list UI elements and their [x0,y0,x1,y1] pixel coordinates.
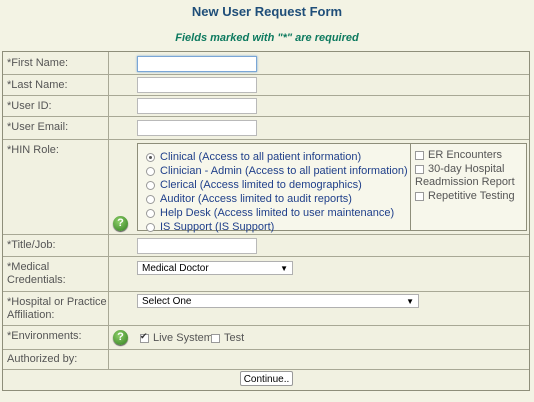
user-email-input[interactable] [137,120,257,136]
hospital-affiliation-label: *Hospital or Practice Affiliation: [7,296,107,321]
test-option[interactable]: Test [211,332,244,344]
title-job-label: *Title/Job: [7,239,56,251]
column-divider [108,116,109,139]
user-id-input[interactable] [137,98,257,114]
form-footer: Continue.. [3,368,529,390]
column-divider [108,95,109,116]
role-box-divider [410,144,411,230]
user-request-form: *First Name: *Last Name: *User ID: *User… [2,51,530,391]
checkbox[interactable] [415,164,424,174]
column-divider [108,234,109,256]
first-name-label: *First Name: [7,57,69,69]
environments-row: *Environments: ? Live System Test [3,325,529,350]
title-job-row: *Title/Job: [3,234,529,257]
user-email-row: *User Email: [3,116,529,140]
dropdown-arrow-icon: ▼ [280,264,288,273]
role-option-label: Auditor (Access limited to audit reports… [160,193,352,205]
column-divider [108,256,109,291]
role-option-help-desk[interactable]: Help Desk (Access limited to user mainte… [146,206,394,220]
hospital-affiliation-row: *Hospital or Practice Affiliation: Selec… [3,291,529,326]
checkbox-label: 30-day Hospital Readmission Report [415,163,515,188]
radio-button[interactable] [146,208,155,218]
help-icon[interactable]: ? [113,216,128,231]
role-option-clinical[interactable]: Clinical (Access to all patient informat… [146,150,361,164]
checkbox-label: ER Encounters [428,149,502,161]
role-option-auditor[interactable]: Auditor (Access limited to audit reports… [146,192,352,206]
dropdown-arrow-icon: ▼ [406,297,414,306]
role-option-label: Help Desk (Access limited to user mainte… [160,207,395,219]
role-option-label: IS Support (IS Support) [160,221,275,233]
help-icon[interactable]: ? [113,330,128,345]
live-system-option[interactable]: Live System [140,331,213,344]
authorized-by-row: Authorized by: [3,349,529,370]
last-name-label: *Last Name: [7,79,68,91]
hospital-affiliation-value: Select One [142,296,192,307]
checkbox-label: Repetitive Testing [428,190,515,202]
column-divider [108,52,109,74]
environments-label: *Environments: [7,330,82,342]
column-divider [108,325,109,349]
readmission-report-option[interactable]: 30-day Hospital Readmission Report [415,163,523,189]
checkbox[interactable] [140,331,149,343]
continue-button[interactable]: Continue.. [240,371,293,386]
column-divider [108,74,109,95]
role-option-is-support[interactable]: IS Support (IS Support) [146,220,274,234]
radio-button[interactable] [146,166,155,176]
role-option-label: Clerical (Access limited to demographics… [160,179,362,191]
medical-credentials-label: *Medical Credentials: [7,261,66,286]
radio-button[interactable] [146,180,155,190]
user-id-row: *User ID: [3,95,529,117]
column-divider [108,139,109,234]
role-option-clerical[interactable]: Clerical (Access limited to demographics… [146,178,362,192]
er-encounters-option[interactable]: ER Encounters [415,149,502,162]
role-option-clinician-admin[interactable]: Clinician - Admin (Access to all patient… [146,164,408,178]
radio-button[interactable] [146,194,155,204]
hin-role-options: Clinical (Access to all patient informat… [137,143,527,234]
first-name-row: *First Name: [3,52,529,75]
radio-button[interactable] [146,222,155,232]
checkbox-label: Test [224,332,245,344]
last-name-row: *Last Name: [3,74,529,96]
required-fields-note: Fields marked with "*" are required [175,32,359,44]
checkbox-label: Live System [153,332,213,344]
medical-credentials-select[interactable]: Medical Doctor ▼ [137,261,293,275]
page-title: New User Request Form [191,4,343,19]
hin-role-row: *HIN Role: ? Clinical (Access to all pat… [3,139,529,235]
hin-role-label: *HIN Role: [7,144,59,156]
checkbox[interactable] [415,191,424,201]
medical-credentials-value: Medical Doctor [142,263,209,274]
user-email-label: *User Email: [7,121,69,133]
authorized-by-label: Authorized by: [7,353,78,365]
first-name-input[interactable] [137,56,257,72]
checkbox[interactable] [415,150,424,160]
hospital-affiliation-select[interactable]: Select One ▼ [137,294,419,308]
column-divider [108,349,109,369]
role-option-label: Clinician - Admin (Access to all patient… [160,165,408,177]
page: New User Request Form Fields marked with… [0,0,534,402]
user-id-label: *User ID: [7,100,52,112]
checkbox[interactable] [211,333,220,343]
radio-button[interactable] [146,152,155,162]
medical-credentials-row: *Medical Credentials: Medical Doctor ▼ [3,256,529,292]
column-divider [108,291,109,325]
title-job-input[interactable] [137,238,257,254]
last-name-input[interactable] [137,77,257,93]
repetitive-testing-option[interactable]: Repetitive Testing [415,190,515,203]
role-option-label: Clinical (Access to all patient informat… [160,151,362,163]
